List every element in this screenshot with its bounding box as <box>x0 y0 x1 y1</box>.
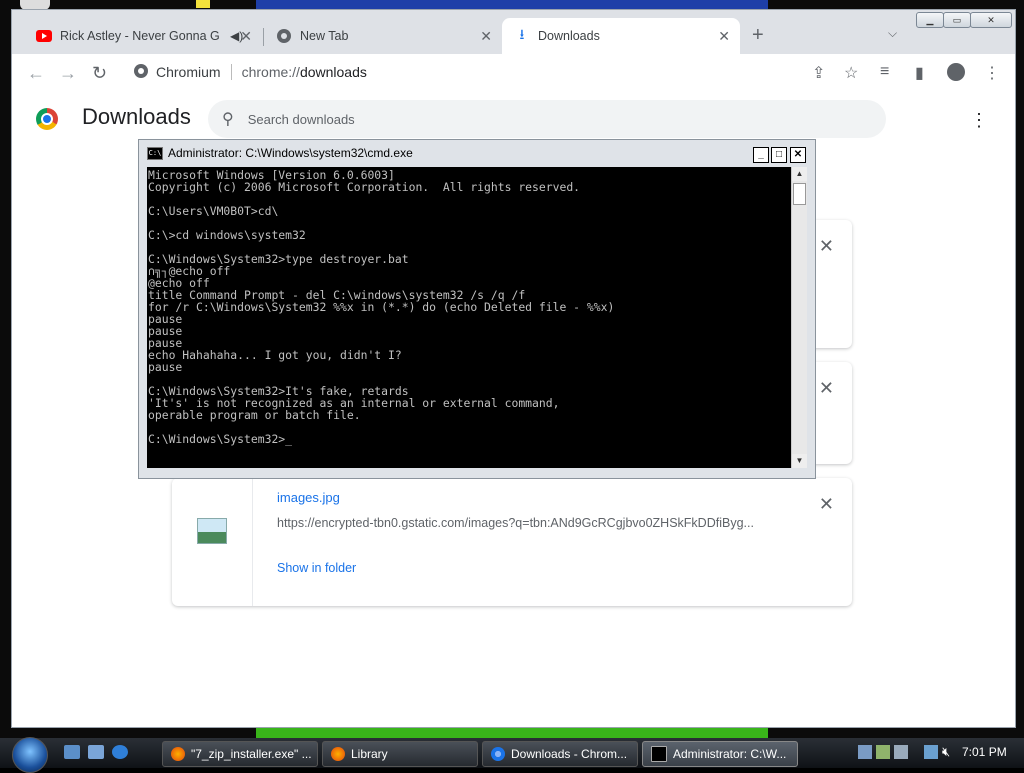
taskbar-button-downloads[interactable]: Downloads - Chrom... <box>482 741 638 767</box>
cmd-close-button[interactable]: ✕ <box>790 147 806 163</box>
tab-title: Rick Astley - Never Gonna G <box>60 29 220 43</box>
address-bar[interactable]: Chromium chrome:// downloads <box>124 58 864 86</box>
chromium-icon <box>491 747 505 761</box>
tab-title: New Tab <box>300 29 349 43</box>
site-label: Chromium <box>156 64 221 80</box>
close-tab-icon[interactable]: ✕ <box>240 28 252 45</box>
taskbar-button-cmd[interactable]: Administrator: C:\W... <box>642 741 798 767</box>
close-window-button[interactable]: ✕ <box>970 12 1012 28</box>
scroll-up-arrow-icon[interactable]: ▲ <box>792 167 807 181</box>
switch-windows-icon[interactable] <box>88 745 104 759</box>
tab-search-chevron-icon[interactable]: ⌵ <box>888 26 897 41</box>
desktop-icon-fragment <box>196 0 210 8</box>
taskbar-button-7zip[interactable]: "7_zip_installer.exe" ... <box>162 741 318 767</box>
download-file-name[interactable]: images.jpg <box>277 490 340 505</box>
cmd-window: C:\ Administrator: C:\Windows\system32\c… <box>138 139 816 479</box>
tray-app-icon[interactable] <box>858 745 872 759</box>
show-desktop-icon[interactable] <box>64 745 80 759</box>
reload-icon[interactable]: ↻ <box>92 63 107 84</box>
search-placeholder: Search downloads <box>247 111 355 127</box>
cmd-title-bar[interactable]: C:\ Administrator: C:\Windows\system32\c… <box>139 140 815 166</box>
taskbar-label: Administrator: C:\W... <box>673 747 787 761</box>
taskbar: "7_zip_installer.exe" ... Library Downlo… <box>0 738 1024 768</box>
close-tab-icon[interactable]: ✕ <box>718 28 730 45</box>
scroll-down-arrow-icon[interactable]: ▼ <box>792 454 807 468</box>
youtube-icon <box>36 28 52 44</box>
share-icon[interactable]: ⇪ <box>812 63 825 83</box>
image-file-icon <box>197 518 227 544</box>
cmd-maximize-button[interactable]: □ <box>771 147 787 163</box>
tab-downloads[interactable]: ⭳ Downloads ✕ <box>502 18 740 54</box>
volume-muted-icon[interactable]: 🔇︎ <box>942 744 950 760</box>
tab-strip: Rick Astley - Never Gonna G ◀) ✕ New Tab… <box>12 10 1015 54</box>
new-tab-button[interactable]: + <box>752 24 764 47</box>
back-arrow-icon[interactable]: ← <box>27 63 45 84</box>
download-icon: ⭳ <box>519 26 525 42</box>
remove-download-icon[interactable]: ✕ <box>819 378 834 399</box>
page-title: Downloads <box>82 104 191 129</box>
search-downloads-input[interactable]: ⚲ Search downloads <box>208 100 886 138</box>
cmd-title: Administrator: C:\Windows\system32\cmd.e… <box>168 146 413 160</box>
remove-download-icon[interactable]: ✕ <box>819 494 834 515</box>
console-text: Microsoft Windows [Version 6.0.6003] Cop… <box>148 168 615 446</box>
chrome-icon <box>276 28 292 44</box>
taskbar-clock[interactable]: 7:01 PM <box>962 745 1007 759</box>
url-scheme: chrome:// <box>241 64 300 80</box>
console-output[interactable]: Microsoft Windows [Version 6.0.6003] Cop… <box>147 167 791 468</box>
tray-app-icon[interactable] <box>894 745 908 759</box>
cmd-minimize-button[interactable]: _ <box>753 147 769 163</box>
scrollbar-thumb[interactable] <box>793 183 806 205</box>
tab-new-tab[interactable]: New Tab ✕ <box>264 18 502 54</box>
bookmark-star-icon[interactable]: ☆ <box>844 63 858 83</box>
tab-rick-astley[interactable]: Rick Astley - Never Gonna G ◀) ✕ <box>24 18 262 54</box>
minimize-window-button[interactable]: ▁ <box>916 12 944 28</box>
profile-avatar-icon[interactable] <box>947 63 965 81</box>
internet-explorer-icon[interactable] <box>112 745 128 759</box>
maximize-window-button[interactable]: ▭ <box>943 12 971 28</box>
network-icon[interactable] <box>924 745 938 759</box>
reading-list-icon[interactable]: ≡ <box>880 63 889 81</box>
chrome-site-icon <box>134 63 148 81</box>
remove-download-icon[interactable]: ✕ <box>819 236 834 257</box>
console-scrollbar[interactable]: ▲ ▼ <box>791 167 807 468</box>
taskbar-label: Library <box>351 747 388 761</box>
omnibox-divider <box>230 64 232 80</box>
cmd-icon <box>651 746 667 762</box>
taskbar-label: "7_zip_installer.exe" ... <box>191 747 312 761</box>
close-tab-icon[interactable]: ✕ <box>480 28 492 45</box>
browser-toolbar: ← → ↻ Chromium chrome:// downloads ⇪ ☆ ≡… <box>12 54 1015 93</box>
menu-kebab-icon[interactable]: ⋮ <box>984 63 1000 83</box>
downloads-menu-icon[interactable]: ⋮ <box>970 110 988 131</box>
search-icon: ⚲ <box>222 111 234 128</box>
firefox-icon <box>331 747 345 761</box>
chromium-logo-icon <box>36 108 58 130</box>
url-path: downloads <box>299 64 367 80</box>
forward-arrow-icon[interactable]: → <box>59 63 77 84</box>
side-panel-icon[interactable]: ▮ <box>915 63 924 83</box>
taskbar-button-library[interactable]: Library <box>322 741 478 767</box>
tab-title: Downloads <box>538 29 600 43</box>
tray-app-icon[interactable] <box>876 745 890 759</box>
taskbar-label: Downloads - Chrom... <box>511 747 628 761</box>
cmd-icon: C:\ <box>147 146 163 160</box>
download-thumbnail-area <box>172 478 253 606</box>
show-in-folder-link[interactable]: Show in folder <box>277 561 356 575</box>
download-url[interactable]: https://encrypted-tbn0.gstatic.com/image… <box>277 516 754 530</box>
download-card-images: images.jpg https://encrypted-tbn0.gstati… <box>172 478 852 606</box>
firefox-icon <box>171 747 185 761</box>
